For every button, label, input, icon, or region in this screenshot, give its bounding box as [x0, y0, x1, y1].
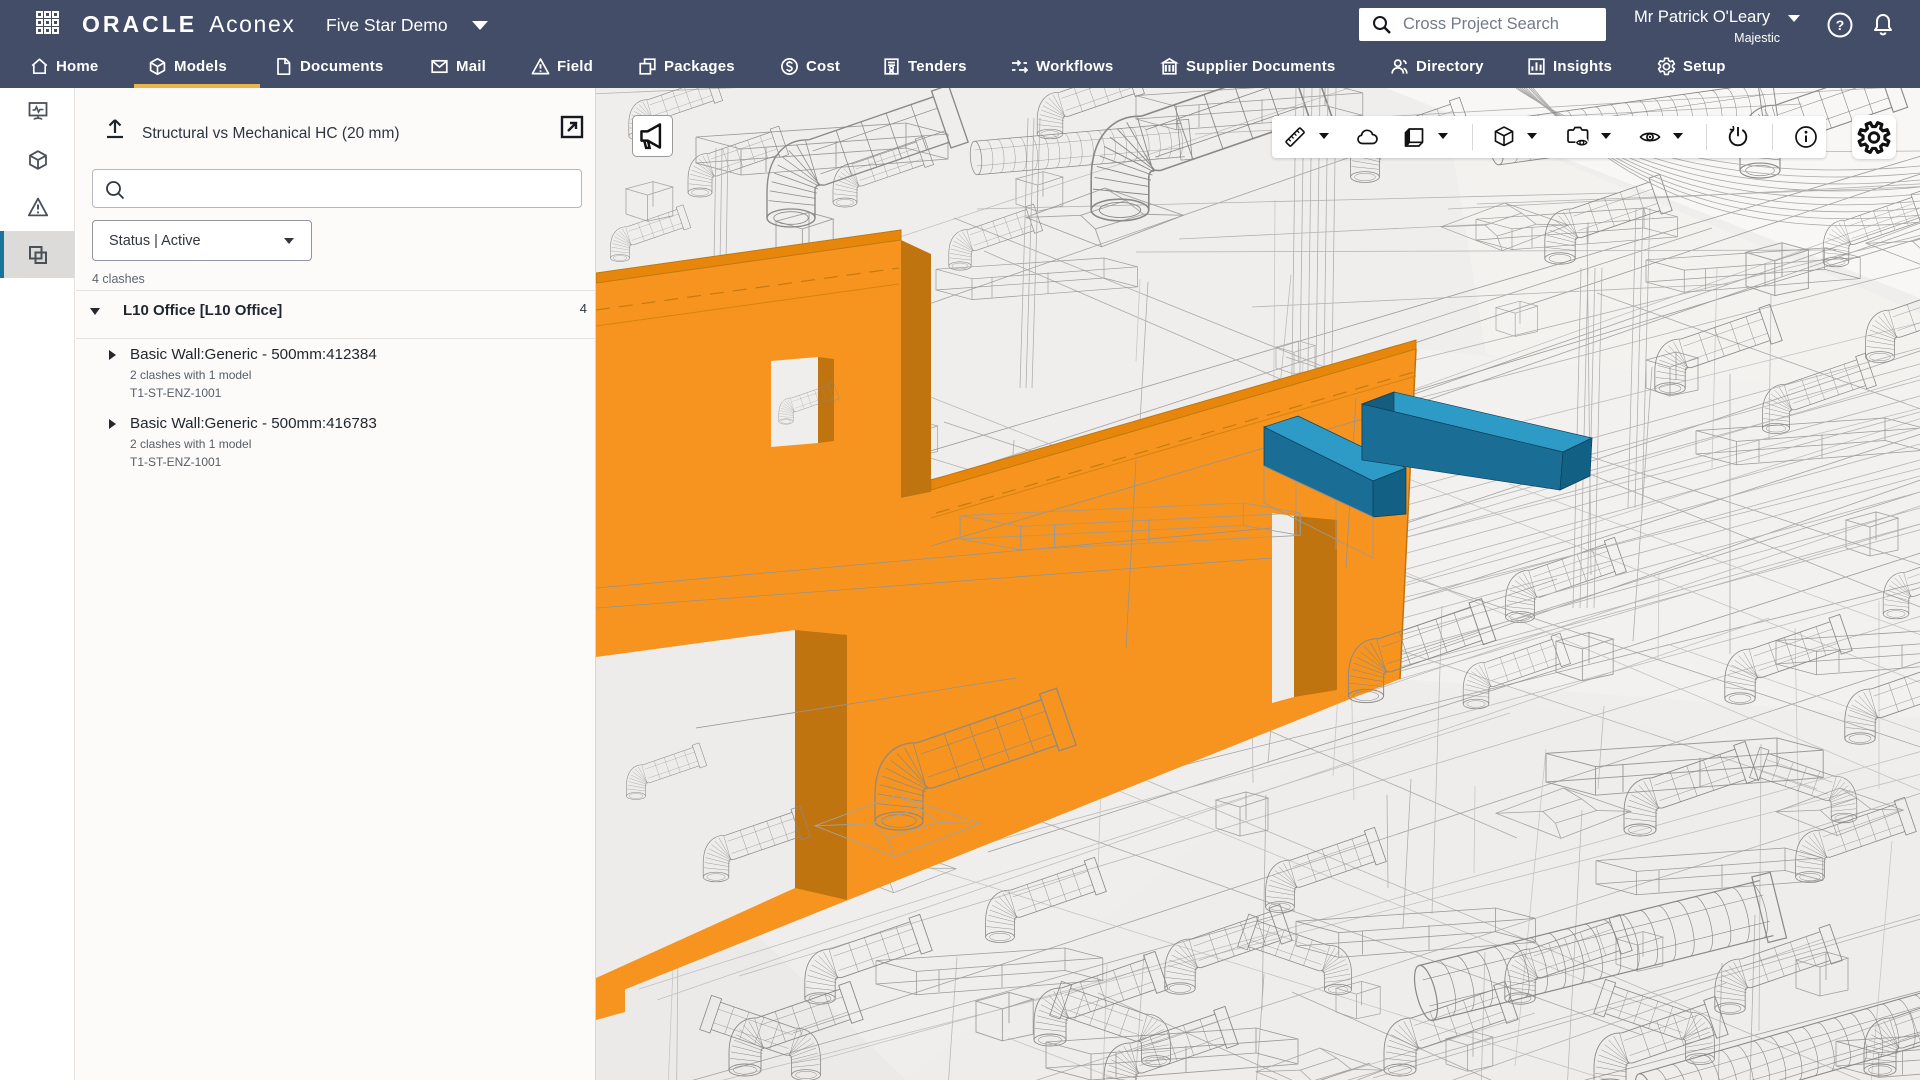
svg-text:?: ?: [1836, 17, 1845, 33]
